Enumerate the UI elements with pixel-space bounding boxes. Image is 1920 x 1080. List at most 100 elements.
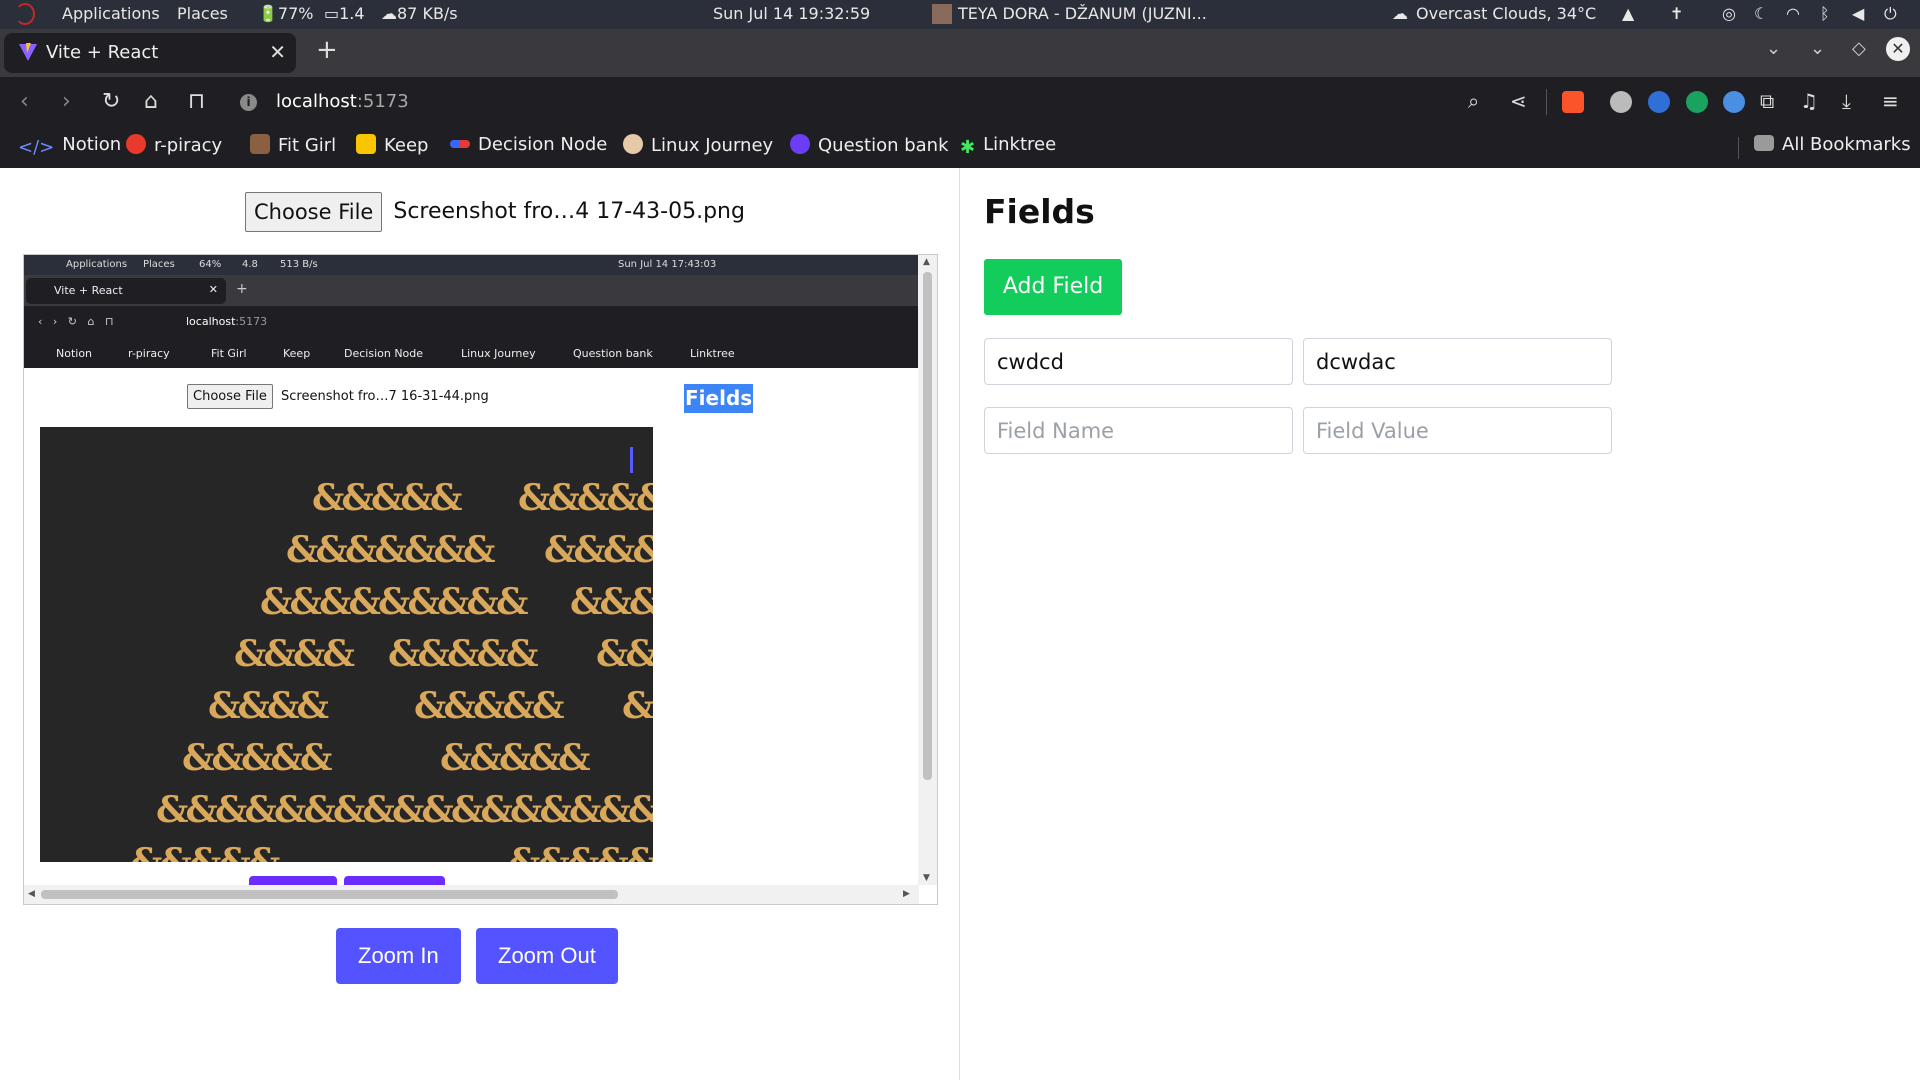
add-field-button[interactable]: Add Field bbox=[984, 259, 1122, 315]
choose-file-button[interactable]: Choose File bbox=[245, 192, 383, 232]
bookmark-keep[interactable]: Keep bbox=[356, 134, 428, 156]
preview-text: Places bbox=[143, 259, 175, 270]
system-top-bar: Applications Places 🔋77% ▭1.4 ☁87 KB/s S… bbox=[0, 0, 1920, 29]
field-value-input[interactable] bbox=[1303, 338, 1612, 385]
bookmark-r-piracy[interactable]: r-piracy bbox=[126, 134, 222, 156]
new-field-value-input[interactable] bbox=[1303, 407, 1612, 454]
preview-tab: Vite + React ✕ bbox=[26, 278, 226, 304]
load-indicator: ▭1.4 bbox=[324, 4, 365, 23]
preview-text: r-piracy bbox=[128, 347, 170, 360]
bookmark-fit-girl[interactable]: Fit Girl bbox=[250, 134, 336, 156]
ampersand-row: &&&&&&&&& bbox=[260, 581, 529, 623]
browser-toolbar: ‹ › ↻ ⌂ ⊓ i localhost:5173 ⌕ ⋖ ⧉ ♫ ⤓ ≡ bbox=[0, 77, 1920, 129]
bluetooth-icon[interactable]: ᛒ bbox=[1820, 4, 1830, 23]
notification-icon[interactable]: ▲ bbox=[1622, 4, 1634, 23]
preview-text: localhost bbox=[186, 315, 236, 328]
extension-puzzle-icon[interactable] bbox=[1648, 91, 1670, 113]
scroll-down-arrow-icon[interactable]: ▼ bbox=[923, 873, 930, 883]
now-playing[interactable]: TEYA DORA - DŽANUM (JUZNI... bbox=[958, 4, 1207, 23]
home-button[interactable]: ⌂ bbox=[144, 89, 158, 114]
menu-icon[interactable]: ≡ bbox=[1882, 89, 1899, 113]
zoom-in-button[interactable]: Zoom In bbox=[336, 928, 461, 984]
scroll-right-arrow-icon[interactable]: ▶ bbox=[903, 889, 910, 899]
page-content: Choose File Screenshot fro…4 17-43-05.pn… bbox=[0, 168, 1920, 1080]
file-picker[interactable]: Choose File Screenshot fro…4 17-43-05.pn… bbox=[245, 192, 745, 232]
share-icon[interactable]: ⋖ bbox=[1510, 89, 1527, 113]
scroll-left-arrow-icon[interactable]: ◀ bbox=[28, 889, 35, 899]
preview-text: Fit Girl bbox=[211, 347, 247, 360]
battery-indicator: 🔋77% bbox=[258, 4, 314, 23]
ampersand-row: &&&& bbox=[208, 685, 329, 727]
extension-check-icon[interactable] bbox=[1723, 91, 1745, 113]
preview-bookmarks: Notion r-piracy Fit Girl Keep Decision N… bbox=[24, 339, 919, 368]
preview-fields-label: Fields bbox=[684, 384, 754, 413]
weather[interactable]: Overcast Clouds, 34°C bbox=[1416, 4, 1596, 23]
volume-icon[interactable]: ◀ bbox=[1852, 4, 1864, 23]
forward-button[interactable]: › bbox=[62, 89, 71, 114]
microphone-icon[interactable]: ◎ bbox=[1722, 4, 1736, 23]
vertical-scrollbar[interactable]: ▲ ▼ bbox=[918, 255, 937, 885]
preview-tab-strip: Vite + React ✕ + bbox=[24, 275, 919, 306]
back-button[interactable]: ‹ bbox=[20, 89, 29, 114]
brave-shields-icon[interactable] bbox=[1562, 91, 1584, 113]
preview-file-picker: Choose File Screenshot fro…7 16-31-44.pn… bbox=[187, 384, 489, 409]
night-mode-icon[interactable]: ☾ bbox=[1754, 4, 1768, 23]
all-bookmarks[interactable]: All Bookmarks bbox=[1754, 134, 1911, 155]
minimize-window-icon[interactable]: ⌄ bbox=[1810, 38, 1825, 59]
zoom-icon[interactable]: ⌕ bbox=[1468, 89, 1479, 113]
ampersand-row: &&&&& bbox=[312, 477, 463, 519]
extension-bird-icon[interactable] bbox=[1610, 91, 1632, 113]
field-name-input[interactable] bbox=[984, 338, 1293, 385]
applications-menu[interactable]: Applications bbox=[62, 4, 160, 23]
debian-logo-icon[interactable] bbox=[15, 3, 35, 25]
preview-text: 513 B/s bbox=[280, 259, 318, 270]
preview-text: Decision Node bbox=[344, 347, 424, 360]
address-bar[interactable]: localhost:5173 bbox=[276, 91, 409, 112]
tab-vite-react[interactable]: Vite + React ✕ bbox=[4, 33, 296, 73]
bookmark-decision-node[interactable]: Decision Node bbox=[450, 134, 607, 155]
media-icon[interactable]: ♫ bbox=[1800, 89, 1818, 113]
tab-close-icon[interactable]: ✕ bbox=[269, 40, 286, 64]
site-info-icon[interactable]: i bbox=[240, 94, 257, 111]
preview-page: Choose File Screenshot fro…7 16-31-44.pn… bbox=[24, 368, 919, 885]
bookmark-linktree[interactable]: ✱ Linktree bbox=[960, 134, 1056, 158]
image-preview-frame[interactable]: Applications Places 64% 4.8 513 B/s Sun … bbox=[23, 254, 938, 905]
maximize-window-icon[interactable]: ◇ bbox=[1852, 38, 1866, 59]
vertical-scroll-thumb[interactable] bbox=[923, 272, 932, 780]
close-window-button[interactable]: ✕ bbox=[1886, 37, 1910, 61]
accessibility-icon[interactable]: ✝ bbox=[1670, 4, 1683, 23]
battery-value: 77% bbox=[277, 4, 314, 23]
clock[interactable]: Sun Jul 14 19:32:59 bbox=[713, 4, 870, 23]
bookmark-button[interactable]: ⊓ bbox=[188, 89, 205, 114]
folder-icon bbox=[1754, 135, 1774, 151]
new-field-name-input[interactable] bbox=[984, 407, 1293, 454]
places-menu[interactable]: Places bbox=[177, 4, 228, 23]
bookmark-label: Notion bbox=[62, 134, 122, 155]
preview-edge-marker bbox=[630, 447, 633, 473]
zoom-out-button[interactable]: Zoom Out bbox=[476, 928, 618, 984]
bookmark-linux-journey[interactable]: Linux Journey bbox=[623, 134, 773, 156]
horizontal-scroll-thumb[interactable] bbox=[41, 890, 618, 899]
new-tab-button[interactable]: + bbox=[316, 35, 338, 65]
preview-nav-icons: ‹ › ↻ ⌂ ⊓ bbox=[38, 315, 114, 328]
reload-button[interactable]: ↻ bbox=[102, 89, 120, 114]
bookmark-notion[interactable]: </> Notion bbox=[18, 134, 122, 158]
fields-pane: Fields Add Field bbox=[961, 168, 1920, 1080]
preview-file-name: Screenshot fro…7 16-31-44.png bbox=[281, 389, 489, 404]
wifi-icon[interactable]: ◠ bbox=[1786, 4, 1800, 23]
ampersand-row: &&&&&&& bbox=[286, 529, 496, 571]
tab-search-chevron-icon[interactable]: ⌄ bbox=[1766, 38, 1781, 59]
bookmarks-divider bbox=[1738, 137, 1739, 159]
scroll-up-arrow-icon[interactable]: ▲ bbox=[923, 257, 930, 267]
ampersand-row: &&&&& bbox=[440, 737, 591, 779]
extension-cart-icon[interactable] bbox=[1686, 91, 1708, 113]
horizontal-scrollbar[interactable]: ◀ ▶ bbox=[24, 885, 919, 904]
bookmark-label: Fit Girl bbox=[278, 135, 337, 156]
vite-favicon-icon bbox=[19, 43, 37, 61]
ampersand-row: &&&& bbox=[570, 581, 653, 623]
extensions-icon[interactable]: ⧉ bbox=[1760, 89, 1774, 113]
downloads-icon[interactable]: ⤓ bbox=[1842, 89, 1851, 113]
bookmark-question-bank[interactable]: Question bank bbox=[790, 134, 949, 156]
power-icon[interactable]: ⏻ bbox=[1884, 4, 1897, 24]
bookmark-label: r-piracy bbox=[154, 135, 223, 156]
